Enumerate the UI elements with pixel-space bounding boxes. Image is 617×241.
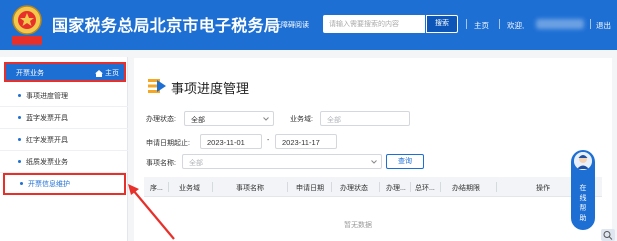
sidebar-item-label: 纸质发票业务 (26, 159, 68, 166)
bullet-icon (18, 116, 21, 119)
page-title: 事项进度管理 (171, 81, 250, 96)
username-redacted (536, 19, 584, 29)
sidebar-home-link[interactable]: 主页 (95, 68, 119, 78)
column-header: 申请日期 (296, 185, 324, 192)
bullet-icon (18, 138, 21, 141)
chevron-down-icon (371, 160, 377, 164)
column-header: 操作 (536, 185, 550, 192)
search-button[interactable]: 搜索 (426, 15, 458, 33)
column-divider (287, 182, 288, 192)
column-header: 事项名称 (236, 185, 264, 192)
column-header: 办结期限 (452, 185, 480, 192)
column-divider (331, 182, 332, 192)
sidebar-section-header[interactable]: 开票业务 主页 (4, 62, 126, 82)
sidebar-item-label: 开票信息维护 (28, 181, 70, 188)
sidebar-item-label: 事项进度管理 (26, 93, 68, 100)
end-date-input[interactable]: 2023-11-17 (275, 134, 337, 149)
top-header: 国家税务总局北京市电子税务局 无障碍阅读 搜索 主页 欢迎, 退出 (0, 0, 617, 50)
column-header: 业务域 (179, 185, 200, 192)
table-empty-text: 暂无数据 (344, 222, 372, 229)
site-title: 国家税务总局北京市电子税务局 (52, 18, 281, 35)
bullet-icon (18, 160, 21, 163)
bullet-icon (18, 94, 21, 97)
date-separator: - (267, 137, 270, 144)
tax-emblem-logo (12, 5, 42, 45)
column-header: 办理状态 (340, 185, 368, 192)
header-divider (466, 19, 467, 29)
annotation-arrow-icon (128, 184, 175, 240)
assistant-avatar-icon (574, 152, 592, 170)
welcome-text: 欢迎, (507, 21, 525, 30)
domain-label: 业务域: (290, 116, 313, 123)
online-help-button[interactable]: 在线帮助 (571, 150, 595, 230)
column-divider (440, 182, 441, 192)
search-input[interactable] (323, 15, 425, 33)
logout-link[interactable]: 退出 (596, 20, 611, 31)
column-divider (410, 182, 411, 192)
item-name-value: 全部 (189, 160, 203, 167)
item-name-select[interactable]: 全部 (182, 154, 382, 169)
magnifier-icon[interactable] (601, 229, 615, 241)
status-label: 办理状态: (146, 116, 176, 123)
column-divider (212, 182, 213, 192)
sidebar-item-paper-invoice[interactable]: 纸质发票业务 (0, 151, 128, 173)
sidebar-section-title: 开票业务 (16, 70, 44, 77)
sidebar-item-blue-invoice[interactable]: 蓝字发票开具 (0, 107, 128, 129)
header-divider (499, 19, 500, 29)
end-date-value: 2023-11-17 (282, 138, 320, 147)
bullet-icon (20, 182, 23, 185)
query-button[interactable]: 查询 (386, 154, 424, 169)
domain-select[interactable]: 全部 (320, 111, 410, 126)
main-panel: 事项进度管理 办理状态: 全部 业务域: 全部 申请日期起止: 2023-11-… (134, 58, 612, 241)
column-divider (496, 182, 497, 192)
column-header: 办理... (386, 185, 406, 192)
column-divider (379, 182, 380, 192)
domain-value: 全部 (327, 117, 341, 124)
header-divider (590, 19, 591, 29)
column-header: 总环... (415, 185, 435, 192)
sidebar-item-label: 红字发票开具 (26, 137, 68, 144)
item-name-label: 事项名称: (146, 160, 176, 167)
sidebar: 开票业务 主页 事项进度管理 蓝字发票开具 红字发票开具 纸质发票业务 开票信息… (0, 57, 128, 241)
status-value: 全部 (191, 117, 205, 124)
sidebar-item-red-invoice[interactable]: 红字发票开具 (0, 129, 128, 151)
online-help-label: 在线帮助 (579, 185, 587, 222)
sidebar-item-invoice-info[interactable]: 开票信息维护 (3, 173, 126, 195)
start-date-value: 2023-11-01 (207, 138, 245, 147)
sidebar-home-label: 主页 (105, 70, 119, 77)
sidebar-item-label: 蓝字发票开具 (26, 115, 68, 122)
chevron-down-icon (263, 117, 269, 121)
date-range-label: 申请日期起止: (146, 140, 190, 147)
barrier-free-link[interactable]: 无障碍阅读 (274, 20, 309, 30)
page-title-icon (148, 79, 166, 93)
sidebar-item-progress[interactable]: 事项进度管理 (0, 85, 128, 107)
table-header: 序... 业务域 事项名称 申请日期 办理状态 办理... 总环... 办结期限… (144, 177, 602, 197)
start-date-input[interactable]: 2023-11-01 (200, 134, 262, 149)
status-select[interactable]: 全部 (184, 111, 274, 126)
home-link[interactable]: 主页 (474, 20, 489, 31)
home-icon (95, 69, 103, 77)
